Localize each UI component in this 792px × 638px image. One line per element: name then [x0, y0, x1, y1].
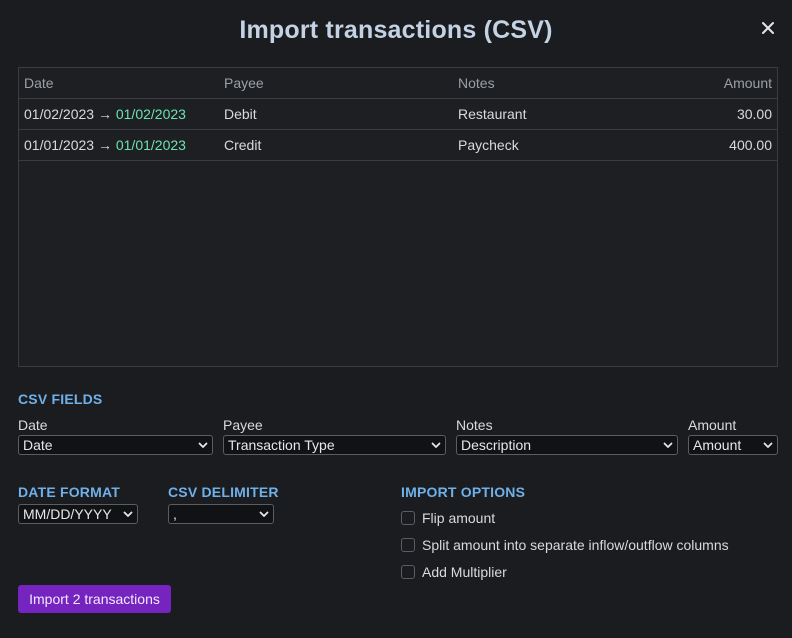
chevron-down-icon	[259, 511, 269, 517]
split-amount-label: Split amount into separate inflow/outflo…	[422, 537, 729, 553]
dialog-title: Import transactions (CSV)	[239, 16, 553, 44]
payee-field-value: Transaction Type	[228, 437, 335, 453]
table-row: 01/02/2023 → 01/02/2023 Debit Restaurant…	[19, 99, 777, 130]
amount-field-select[interactable]: Amount	[688, 435, 778, 455]
date-cell: 01/02/2023 → 01/02/2023	[24, 99, 186, 130]
date-format-heading: DATE FORMAT	[18, 484, 120, 500]
date-format-select[interactable]: MM/DD/YYYY	[18, 504, 138, 524]
csv-delimiter-heading: CSV DELIMITER	[168, 484, 279, 500]
column-header-notes: Notes	[458, 75, 495, 91]
date-field-select[interactable]: Date	[18, 435, 213, 455]
csv-delimiter-select[interactable]: ,	[168, 504, 274, 524]
notes-field-label: Notes	[456, 417, 493, 433]
notes-cell: Paycheck	[458, 137, 519, 153]
arrow-icon: →	[97, 137, 112, 153]
payee-cell: Credit	[224, 137, 262, 153]
original-date: 01/01/2023	[24, 137, 95, 153]
amount-field-value: Amount	[693, 437, 742, 453]
chevron-down-icon	[431, 442, 441, 448]
amount-cell: 30.00	[736, 106, 772, 122]
table-header-row: Date Payee Notes Amount	[19, 68, 777, 99]
table-row: 01/01/2023 → 01/01/2023 Credit Paycheck …	[19, 130, 777, 161]
add-multiplier-label: Add Multiplier	[422, 564, 507, 580]
column-header-amount: Amount	[723, 75, 772, 91]
payee-field-select[interactable]: Transaction Type	[223, 435, 446, 455]
import-transactions-button[interactable]: Import 2 transactions	[18, 585, 171, 613]
import-options-heading: IMPORT OPTIONS	[401, 484, 526, 500]
notes-field-select[interactable]: Description	[456, 435, 678, 455]
payee-field-label: Payee	[223, 417, 263, 433]
split-amount-checkbox[interactable]	[401, 538, 415, 552]
transactions-preview-table: Date Payee Notes Amount 01/02/2023 → 01/…	[18, 67, 778, 367]
payee-cell: Debit	[224, 106, 257, 122]
column-header-date: Date	[24, 75, 54, 91]
notes-field-value: Description	[461, 437, 532, 453]
arrow-icon: →	[97, 106, 112, 122]
chevron-down-icon	[198, 442, 208, 448]
amount-field-label: Amount	[688, 417, 737, 433]
date-cell: 01/01/2023 → 01/01/2023	[24, 130, 186, 161]
date-field-label: Date	[18, 417, 48, 433]
chevron-down-icon	[663, 442, 673, 448]
amount-cell: 400.00	[729, 137, 772, 153]
parsed-date: 01/01/2023	[115, 137, 186, 153]
close-icon[interactable]	[760, 20, 776, 36]
chevron-down-icon	[763, 442, 773, 448]
chevron-down-icon	[123, 511, 133, 517]
flip-amount-label: Flip amount	[422, 510, 496, 526]
csv-delimiter-value: ,	[173, 506, 177, 522]
date-field-value: Date	[23, 437, 53, 453]
date-format-value: MM/DD/YYYY	[23, 506, 112, 522]
column-header-payee: Payee	[224, 75, 264, 91]
flip-amount-checkbox[interactable]	[401, 511, 415, 525]
parsed-date: 01/02/2023	[115, 106, 186, 122]
notes-cell: Restaurant	[458, 106, 527, 122]
csv-fields-heading: CSV FIELDS	[18, 391, 103, 407]
add-multiplier-checkbox[interactable]	[401, 565, 415, 579]
original-date: 01/02/2023	[24, 106, 95, 122]
